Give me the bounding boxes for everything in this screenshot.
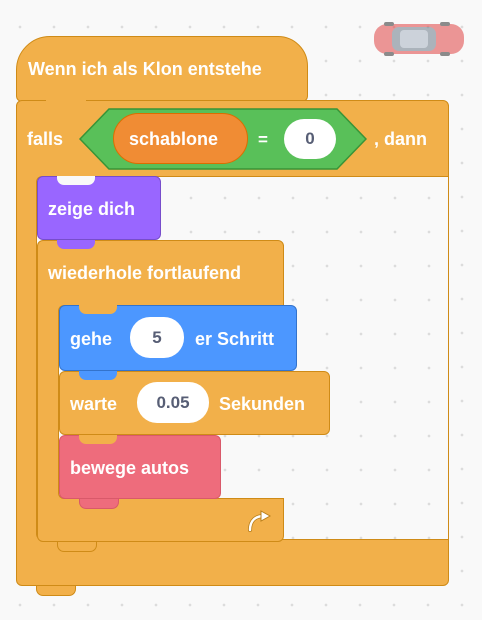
wait-prefix: warte	[70, 394, 118, 414]
then-keyword: , dann	[374, 129, 427, 149]
equals-sign: =	[258, 130, 268, 149]
forever-block-label: wiederhole fortlaufend	[48, 263, 242, 283]
if-keyword: falls	[27, 129, 64, 149]
compare-value-input[interactable]: 0	[284, 119, 336, 159]
move-suffix: er Schritt	[195, 329, 275, 349]
block-notch	[57, 240, 95, 249]
red-car-icon	[374, 22, 464, 56]
variable-reporter-schablone[interactable]: schablone	[113, 113, 248, 164]
variable-name: schablone	[129, 129, 219, 149]
block-notch	[79, 499, 119, 509]
hat-block-label: Wenn ich als Klon entstehe	[28, 59, 262, 79]
block-notch	[36, 586, 76, 596]
custom-block-label: bewege autos	[70, 458, 190, 478]
block-notch	[79, 435, 117, 444]
seconds-input[interactable]: 0.05	[137, 382, 209, 423]
move-prefix: gehe	[70, 329, 113, 349]
custom-block-move-cars[interactable]: bewege autos	[59, 435, 221, 499]
sprite-thumbnail	[370, 20, 468, 58]
show-block[interactable]: zeige dich	[37, 176, 161, 240]
steps-input[interactable]: 5	[130, 317, 184, 358]
show-block-label: zeige dich	[48, 199, 136, 219]
block-notch	[79, 371, 117, 380]
loop-arrow-icon	[248, 510, 272, 532]
when-i-start-as-clone-block[interactable]: Wenn ich als Klon entstehe	[16, 36, 308, 102]
block-notch	[79, 305, 117, 314]
block-notch	[57, 176, 95, 185]
wait-suffix: Sekunden	[219, 394, 306, 414]
block-notch	[57, 542, 97, 552]
